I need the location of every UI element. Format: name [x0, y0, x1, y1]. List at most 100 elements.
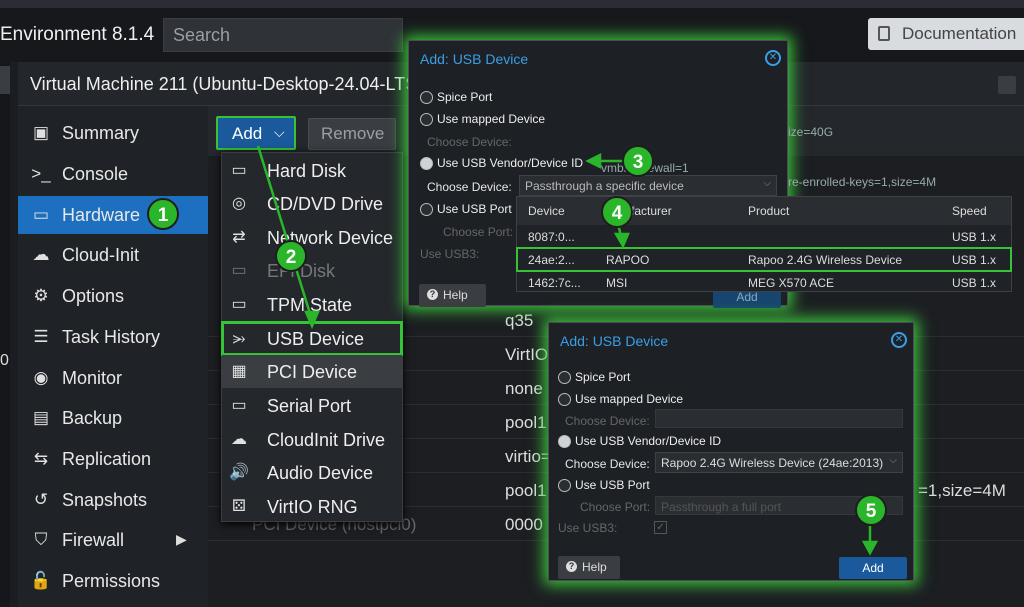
list-item[interactable]: 1462:7c... MSI MEG X570 ACE USB 1.x	[517, 271, 1011, 294]
cell-product: MEG X570 ACE	[748, 276, 835, 290]
step-badge-4: 4	[601, 196, 633, 228]
usb-device-list: Device Manufacturer Product Speed 8087:0…	[516, 196, 1012, 292]
cell-manufacturer: RAPOO	[606, 253, 650, 267]
remove-button[interactable]: Remove	[308, 118, 396, 150]
field-label: Use USB3:	[558, 521, 618, 535]
left-edge-panel: 0	[0, 62, 10, 607]
edge-text: 0	[0, 352, 9, 369]
sidebar-item-backup[interactable]: ▤ Backup	[18, 399, 208, 437]
header-action-button[interactable]	[998, 76, 1016, 94]
menu-item-label: TPM State	[267, 295, 353, 315]
sidebar-item-label: Permissions	[62, 571, 161, 591]
sidebar-item-firewall[interactable]: ⛉ Firewall ▶	[18, 521, 208, 559]
menu-item-usb-device[interactable]: ⭃ USB Device	[221, 321, 403, 356]
close-icon[interactable]: ✕	[765, 50, 781, 66]
disc-icon: ◎	[232, 195, 246, 212]
floppy-icon: ▤	[32, 408, 50, 427]
cloud-icon: ☁	[231, 431, 247, 448]
dice-icon: ⚄	[232, 498, 246, 515]
add-button[interactable]: Add	[839, 557, 907, 579]
row-value: VirtIO	[505, 345, 549, 364]
sidebar-item-hardware[interactable]: ▭ Hardware	[18, 196, 208, 234]
column-header[interactable]: Product	[748, 204, 789, 218]
cell-speed: USB 1.x	[952, 230, 997, 244]
history-icon: ↺	[33, 490, 49, 509]
list-item[interactable]: 8087:0... USB 1.x	[517, 225, 1011, 248]
add-hardware-menu: ▭ Hard Disk ◎ CD/DVD Drive ⇄ Network Device…	[221, 152, 403, 522]
sidebar-item-label: Cloud-Init	[62, 245, 140, 265]
close-icon[interactable]: ✕	[891, 332, 907, 348]
row-value: q35	[505, 311, 534, 330]
sidebar-item-label: Task History	[62, 327, 161, 347]
menu-item-label: CD/DVD Drive	[267, 194, 384, 214]
menu-item-label: CloudInit Drive	[267, 430, 386, 450]
mapped-device-select	[655, 409, 903, 428]
sidebar-item-label: Firewall	[62, 530, 125, 550]
choose-device-select[interactable]: Rapoo 2.4G Wireless Device (24ae:2013) ⌵	[655, 452, 903, 473]
help-label: Help	[443, 288, 468, 302]
choose-device-select[interactable]: Passthrough a specific device ⌵	[519, 175, 777, 196]
radio-circle	[558, 371, 571, 384]
environment-title: Environment 8.1.4	[0, 24, 155, 45]
radio-circle	[420, 113, 433, 126]
field-label: Choose Device:	[427, 180, 512, 194]
column-header[interactable]: Device	[528, 204, 565, 218]
eye-icon: ◉	[33, 368, 49, 387]
sidebar-item-label: Replication	[62, 449, 152, 469]
sidebar-item-replication[interactable]: ⇆ Replication	[18, 440, 208, 478]
cell-manufacturer: MSI	[606, 276, 628, 290]
grid-header: Device Manufacturer Product Speed	[517, 197, 1011, 225]
search-input[interactable]: Search	[163, 18, 403, 52]
harddisk-icon: ▭	[231, 296, 247, 313]
sidebar-item-permissions[interactable]: 🔓 Permissions	[18, 562, 208, 600]
sidebar-item-monitor[interactable]: ◉ Monitor	[18, 359, 208, 397]
help-button[interactable]: ? Help	[419, 284, 486, 307]
radio-label: Spice Port	[575, 370, 631, 384]
menu-item-cd-dvd-drive[interactable]: ◎ CD/DVD Drive	[222, 187, 402, 220]
column-header[interactable]: Speed	[952, 204, 987, 218]
gear-icon: ⚙	[33, 286, 49, 305]
step-badge-3: 3	[622, 145, 654, 177]
menu-item-hard-disk[interactable]: ▭ Hard Disk	[222, 154, 402, 187]
harddisk-icon: ▭	[231, 262, 247, 279]
menu-item-label: USB Device	[267, 329, 365, 349]
help-button[interactable]: ? Help	[558, 556, 620, 579]
sidebar-item-snapshots[interactable]: ↺ Snapshots	[18, 481, 208, 519]
question-icon: ?	[566, 561, 577, 572]
document-icon	[878, 26, 890, 41]
terminal-icon: >_	[31, 164, 51, 183]
documentation-button[interactable]: Documentation	[868, 18, 1024, 50]
sidebar-item-task-history[interactable]: ☰ Task History	[18, 318, 208, 356]
menu-item-efi-disk: ▭ EFI Disk	[222, 254, 402, 287]
shield-icon: ⛉	[34, 530, 48, 549]
sidebar-item-summary[interactable]: ▣ Summary	[18, 114, 208, 152]
menu-item-audio-device[interactable]: 🔊 Audio Device	[222, 456, 402, 489]
question-icon: ?	[427, 289, 438, 300]
menu-item-network-device[interactable]: ⇄ Network Device	[222, 221, 402, 254]
row-value: 0000	[505, 515, 543, 534]
field-label: Choose Device:	[565, 414, 650, 428]
menu-item-cloudinit-drive[interactable]: ☁ CloudInit Drive	[222, 423, 402, 456]
sidebar-item-console[interactable]: >_ Console	[18, 155, 208, 193]
radio-circle	[558, 435, 571, 448]
sidebar-item-label: Summary	[62, 123, 140, 143]
row-value: none	[505, 379, 543, 398]
radio-label: Use USB Vendor/Device ID	[437, 156, 584, 170]
sidebar-item-options[interactable]: ⚙ Options	[18, 277, 208, 315]
radio-circle	[420, 91, 433, 104]
sidebar-item-label: Options	[62, 286, 125, 306]
menu-item-tpm-state[interactable]: ▭ TPM State	[222, 288, 402, 321]
sidebar-item-cloud-init[interactable]: ☁ Cloud-Init	[18, 236, 208, 274]
expand-arrow-icon[interactable]: ▶	[176, 531, 187, 548]
collapse-handle[interactable]	[0, 66, 10, 94]
behind-text: ize=40G	[788, 125, 834, 139]
menu-item-virtio-rng[interactable]: ⚄ VirtIO RNG	[222, 490, 402, 523]
chevron-down-icon: ⌵	[274, 124, 285, 140]
list-item-selected[interactable]: 24ae:2... RAPOO Rapoo 2.4G Wireless Devi…	[516, 247, 1012, 272]
pci-card-icon: ▦	[231, 363, 247, 380]
menu-item-serial-port[interactable]: ▭ Serial Port	[222, 389, 402, 422]
radio-label: Use USB Port	[437, 202, 512, 216]
menu-item-pci-device[interactable]: ▦ PCI Device	[222, 355, 402, 388]
behind-text: re-enrolled-keys=1,size=4M	[788, 175, 937, 189]
add-button[interactable]: Add ⌵	[216, 116, 296, 150]
